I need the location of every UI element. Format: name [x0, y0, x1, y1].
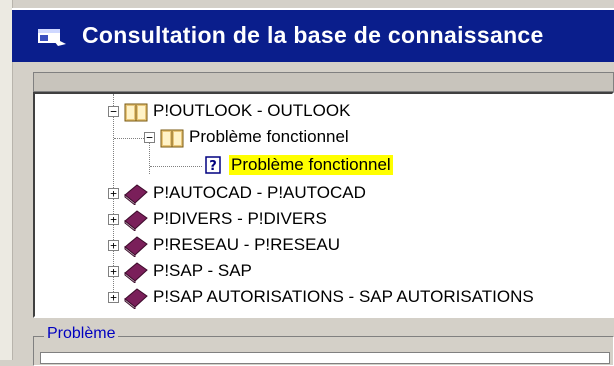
tree-node-label: P!RESEAU - P!RESEAU [153, 235, 341, 254]
tree-node-label: P!SAP - SAP [153, 261, 252, 280]
tree-node-probleme-fonctionnel[interactable]: − Problème fonctionnel [35, 126, 595, 150]
open-book-icon [160, 129, 184, 148]
help-page-icon: ? [205, 156, 221, 174]
expand-icon[interactable]: + [108, 266, 119, 277]
tree-node-divers[interactable]: + P!DIVERS - P!DIVERS [35, 208, 595, 232]
probleme-field[interactable] [40, 352, 610, 364]
tree-node-outlook[interactable]: − P!OUTLOOK - OUTLOOK [35, 100, 595, 124]
tree-node-sap[interactable]: + P!SAP - SAP [35, 260, 595, 284]
expand-icon[interactable]: + [108, 214, 119, 225]
tree-node-reseau[interactable]: + P!RESEAU - P!RESEAU [35, 234, 595, 258]
probleme-group-label: Problème [44, 325, 119, 343]
tree-node-label: Problème fonctionnel [189, 127, 349, 146]
closed-book-icon [124, 184, 148, 205]
tree-node-autocad[interactable]: + P!AUTOCAD - P!AUTOCAD [35, 182, 595, 206]
tree-node-label-selected: Problème fonctionnel [229, 155, 393, 175]
svg-text:?: ? [209, 159, 217, 174]
tree-node-label: P!SAP AUTORISATIONS - SAP AUTORISATIONS [153, 287, 534, 306]
expand-icon[interactable]: + [108, 292, 119, 303]
tree-connector-line [114, 138, 144, 139]
tree-connector-line [150, 166, 202, 167]
tree-node-label: P!OUTLOOK - OUTLOOK [153, 101, 351, 120]
window-document-icon [38, 29, 66, 46]
window-title: Consultation de la base de connaissance [82, 22, 544, 48]
tree-node-sap-autorisations[interactable]: + P!SAP AUTORISATIONS - SAP AUTORISATION… [35, 286, 595, 310]
collapse-icon[interactable]: − [108, 106, 119, 117]
closed-book-icon [124, 288, 148, 309]
toolbar-bar [33, 72, 614, 92]
tree-node-label: P!AUTOCAD - P!AUTOCAD [153, 183, 366, 202]
knowledge-tree[interactable]: − P!OUTLOOK - OUTLOOK − Problème fonctio… [33, 92, 614, 318]
closed-book-icon [124, 236, 148, 257]
tree-node-leaf-selected[interactable]: ? Problème fonctionnel [35, 154, 595, 178]
open-book-icon [124, 103, 148, 122]
expand-icon[interactable]: + [108, 188, 119, 199]
closed-book-icon [124, 210, 148, 231]
expand-icon[interactable]: + [108, 240, 119, 251]
closed-book-icon [124, 262, 148, 283]
collapse-icon[interactable]: − [144, 132, 155, 143]
tree-node-label: P!DIVERS - P!DIVERS [153, 209, 327, 228]
title-bar: Consultation de la base de connaissance [12, 8, 614, 62]
